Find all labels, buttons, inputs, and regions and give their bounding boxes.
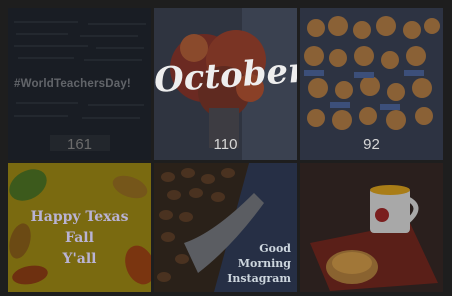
photo-tile-teachers-day[interactable]: #WorldTeachersDay! 161 — [8, 8, 151, 160]
photo-count: 110 — [213, 136, 238, 153]
photo-tile-october[interactable]: October 110 — [154, 8, 297, 160]
caption-line: Instagram — [227, 272, 291, 285]
photo-count: 161 — [66, 136, 93, 153]
photo-tile-pastries[interactable]: 92 — [300, 8, 443, 160]
photo-count: 92 — [363, 136, 380, 153]
tile-caption: Happy Texas Fall Y'all — [8, 207, 151, 270]
caption-line: Good — [259, 242, 291, 255]
caption-line: Fall — [65, 230, 94, 246]
tile-caption: #WorldTeachersDay! — [14, 78, 131, 90]
caption-line: Y'all — [62, 251, 97, 267]
photo-tile-texas-fall[interactable]: Happy Texas Fall Y'all — [8, 163, 151, 292]
photo-tile-good-morning[interactable]: Good Morning Instagram — [154, 163, 297, 292]
photo-tile-mug[interactable] — [300, 163, 443, 292]
mug-and-bread-icon — [300, 163, 443, 292]
caption-line: Morning — [237, 257, 291, 270]
tile-caption: Good Morning Instagram — [227, 241, 291, 286]
caption-line: Happy Texas — [30, 209, 129, 225]
photo-grid: #WorldTeachersDay! 161 October 110 92 Ha… — [8, 8, 448, 292]
